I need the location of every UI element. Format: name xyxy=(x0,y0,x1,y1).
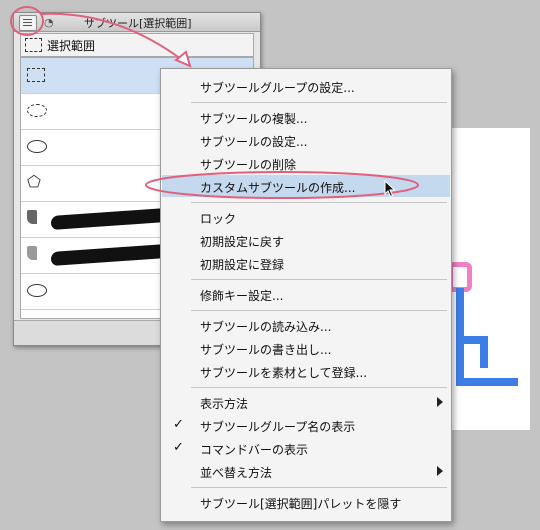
menu-item-label: サブツールの複製... xyxy=(200,112,308,126)
palette-menu-button[interactable] xyxy=(19,15,37,31)
subtool-group-label: 選択範囲 xyxy=(47,39,96,53)
menu-item-show-group-name[interactable]: ✓ サブツールグループ名の表示 xyxy=(162,414,450,436)
menu-item-lock[interactable]: ロック xyxy=(162,206,450,228)
menu-separator xyxy=(191,487,447,488)
menu-item-subtool-settings[interactable]: サブツールの設定... xyxy=(162,129,450,151)
menu-item-subtool-group-settings[interactable]: サブツールグループの設定... xyxy=(162,75,450,97)
menu-item-label: サブツール[選択範囲]パレットを隠す xyxy=(200,497,402,511)
menu-item-label: サブツールの設定... xyxy=(200,135,308,149)
drawing-canvas[interactable] xyxy=(440,128,530,430)
menu-item-label: 修飾キー設定... xyxy=(200,289,284,303)
menu-item-label: 初期設定に登録 xyxy=(200,258,285,272)
submenu-arrow-icon xyxy=(437,466,443,476)
menu-item-sort-method[interactable]: 並べ替え方法 xyxy=(162,460,450,482)
lasso-selection-icon xyxy=(27,140,47,153)
checkmark-icon: ✓ xyxy=(173,417,184,432)
menu-item-duplicate-subtool[interactable]: サブツールの複製... xyxy=(162,106,450,128)
menu-item-label: カスタムサブツールの作成... xyxy=(200,181,356,195)
menu-item-display-method[interactable]: 表示方法 xyxy=(162,391,450,413)
canvas-blue-stroke xyxy=(464,378,518,386)
menu-item-label: 表示方法 xyxy=(200,397,249,411)
palette-context-menu: サブツールグループの設定... サブツールの複製... サブツールの設定... … xyxy=(160,68,452,522)
selection-group-icon xyxy=(25,38,42,52)
menu-item-import-subtool[interactable]: サブツールの読み込み... xyxy=(162,314,450,336)
subtool-group-tab[interactable]: 選択範囲 xyxy=(20,33,254,57)
menu-item-label: サブツールの読み込み... xyxy=(200,320,332,334)
selection-pen-icon xyxy=(27,210,37,224)
checkmark-icon: ✓ xyxy=(173,440,184,455)
menu-item-label: サブツールの削除 xyxy=(200,158,297,172)
menu-item-modifier-key-settings[interactable]: 修飾キー設定... xyxy=(162,283,450,305)
tool-property-icon[interactable]: ◔ xyxy=(44,16,54,29)
menu-item-label: 初期設定に戻す xyxy=(200,235,285,249)
menu-item-show-command-bar[interactable]: ✓ コマンドバーの表示 xyxy=(162,437,450,459)
rectangle-selection-icon xyxy=(27,68,45,82)
menu-item-label: コマンドバーの表示 xyxy=(200,443,309,457)
menu-item-label: ロック xyxy=(200,212,237,226)
menu-item-hide-palette[interactable]: サブツール[選択範囲]パレットを隠す xyxy=(162,491,450,513)
menu-item-reset-to-default[interactable]: 初期設定に戻す xyxy=(162,229,450,251)
shrink-selection-icon xyxy=(27,284,47,297)
menu-item-register-default[interactable]: 初期設定に登録 xyxy=(162,252,450,274)
palette-title: サブツール[選択範囲] xyxy=(84,17,192,30)
palette-titlebar[interactable]: ◔ サブツール[選択範囲] xyxy=(14,13,260,32)
polyline-selection-icon: ⬠ xyxy=(27,172,41,191)
submenu-arrow-icon xyxy=(437,397,443,407)
brush-stroke-preview xyxy=(51,207,166,231)
menu-separator xyxy=(191,202,447,203)
menu-item-delete-subtool[interactable]: サブツールの削除 xyxy=(162,152,450,174)
menu-item-create-custom-subtool[interactable]: カスタムサブツールの作成... xyxy=(162,175,450,197)
menu-item-export-subtool[interactable]: サブツールの書き出し... xyxy=(162,337,450,359)
ellipse-selection-icon xyxy=(27,104,47,117)
menu-item-label: サブツールの書き出し... xyxy=(200,343,332,357)
menu-separator xyxy=(191,102,447,103)
selection-eraser-icon xyxy=(27,246,37,260)
brush-stroke-preview xyxy=(51,243,166,267)
menu-separator xyxy=(191,387,447,388)
menu-separator xyxy=(191,310,447,311)
menu-item-register-as-material[interactable]: サブツールを素材として登録... xyxy=(162,360,450,382)
menu-separator xyxy=(191,279,447,280)
menu-item-label: サブツールグループ名の表示 xyxy=(200,420,356,434)
menu-item-label: サブツールグループの設定... xyxy=(200,81,355,95)
mouse-cursor-icon xyxy=(384,180,396,198)
menu-item-label: 並べ替え方法 xyxy=(200,466,273,480)
menu-item-label: サブツールを素材として登録... xyxy=(200,366,368,380)
canvas-blue-stroke xyxy=(480,338,488,368)
